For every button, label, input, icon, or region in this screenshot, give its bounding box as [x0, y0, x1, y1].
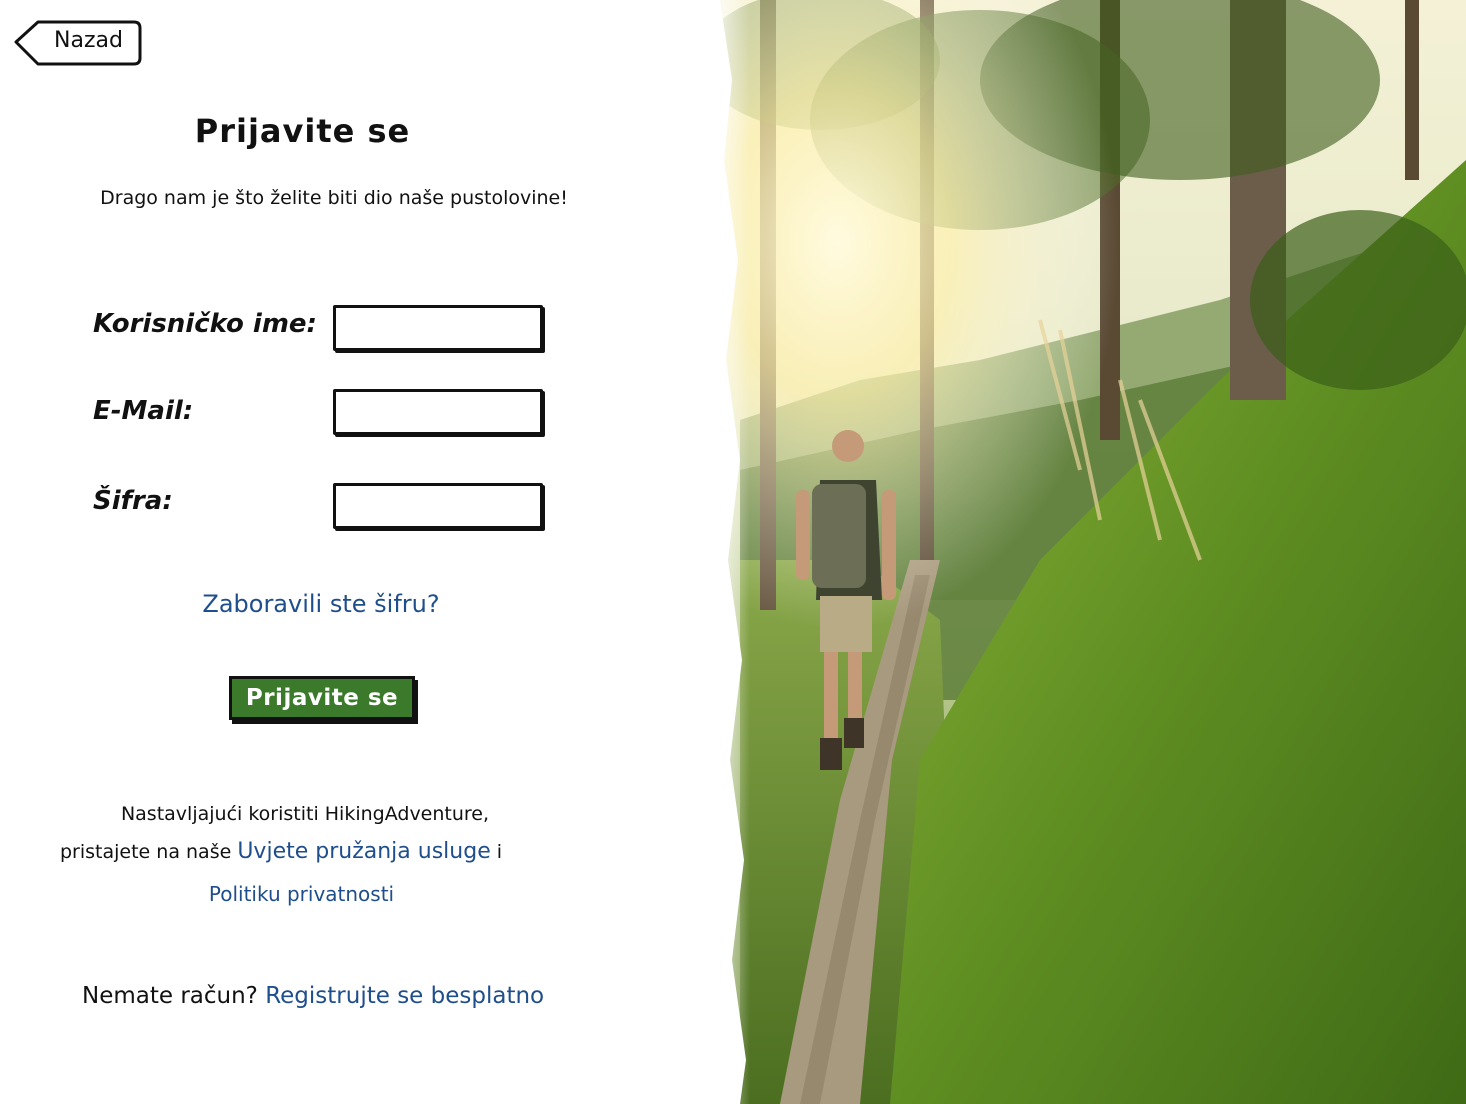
page-title: Prijavite se — [194, 112, 411, 150]
register-row: Nemate račun? Registrujte se besplatno — [82, 983, 544, 1009]
email-input[interactable] — [333, 389, 543, 435]
forgot-password-row: Zaboravili ste šifru? — [0, 590, 642, 618]
back-button[interactable]: Nazad — [12, 18, 142, 66]
username-label: Korisničko ime: — [93, 309, 317, 339]
username-input[interactable] — [333, 305, 543, 351]
terms-text-line1: Nastavljajući koristiti HikingAdventure, — [120, 803, 490, 825]
forgot-password-link[interactable]: Zaboravili ste šifru? — [202, 590, 439, 618]
login-submit-button[interactable]: Prijavite se — [229, 676, 415, 720]
back-button-label: Nazad — [54, 28, 123, 53]
register-prompt: Nemate račun? — [82, 983, 266, 1009]
password-input[interactable] — [333, 483, 543, 529]
terms-conjunction: i — [490, 841, 503, 863]
privacy-policy-link[interactable]: Politiku privatnosti — [209, 882, 394, 906]
page-subtitle: Drago nam je što želite biti dio naše pu… — [100, 187, 568, 209]
privacy-row: Politiku privatnosti — [0, 882, 603, 906]
register-link[interactable]: Registrujte se besplatno — [265, 983, 544, 1009]
terms-text-line2: pristajete na naše Uvjete pružanja uslug… — [60, 839, 502, 864]
login-page: Nazad Prijavite se Drago nam je što želi… — [0, 0, 1466, 1104]
terms-of-service-link[interactable]: Uvjete pružanja usluge — [237, 839, 490, 864]
terms-prefix: pristajete na naše — [60, 841, 238, 863]
hiker-forest-photo — [660, 0, 1466, 1104]
password-label: Šifra: — [93, 486, 173, 516]
email-label: E-Mail: — [93, 396, 194, 426]
